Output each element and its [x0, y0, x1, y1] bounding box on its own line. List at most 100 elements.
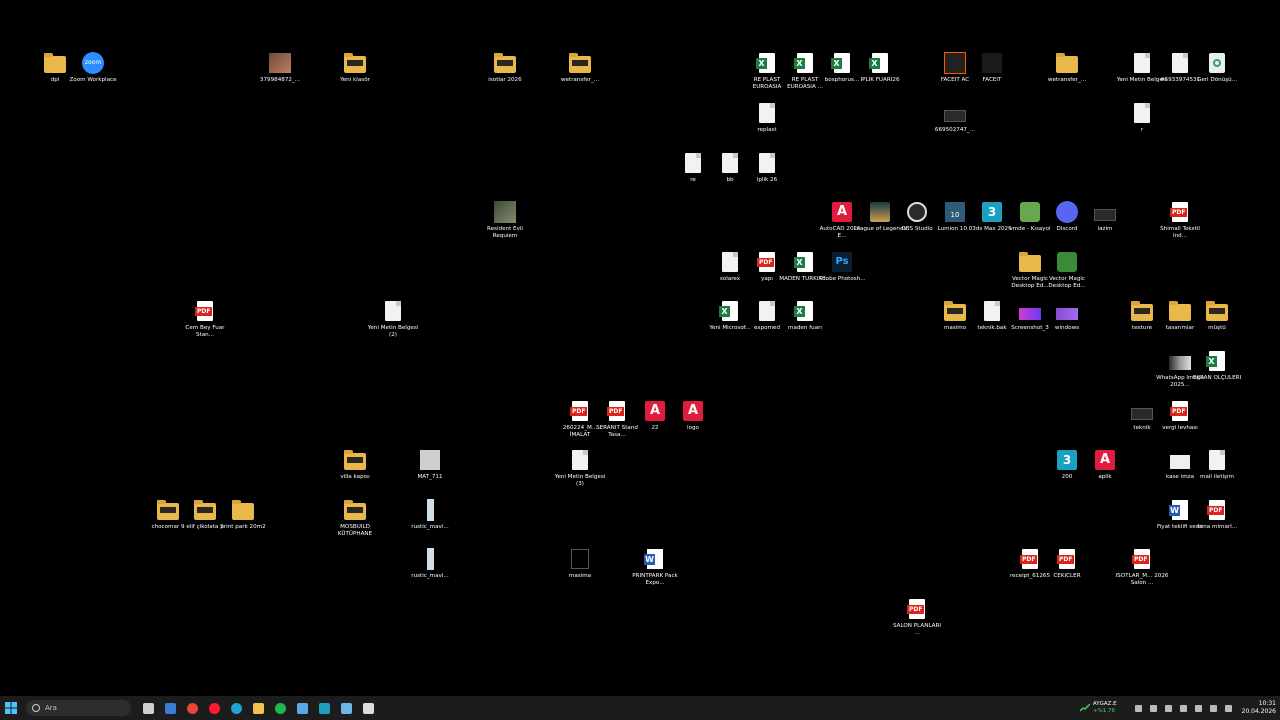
- taskbar: Ara AYGAZ.E +%1,76 10:31 20.04.2026: [0, 696, 1280, 720]
- desktop-icon[interactable]: rustic_mavi...: [403, 499, 457, 531]
- desktop-icon-label: SALON PLANLARI ...: [892, 623, 941, 636]
- xls-icon: X: [793, 300, 817, 322]
- xls-icon: X: [830, 52, 854, 74]
- desktop-icon[interactable]: PDF vergi levhası: [1153, 400, 1207, 432]
- taskbar-chrome-button[interactable]: [184, 700, 200, 716]
- clock-date: 20.04.2026: [1241, 708, 1276, 715]
- pdf-icon: PDF: [568, 400, 592, 422]
- opera-icon: [208, 702, 220, 714]
- desktop-icon[interactable]: MOSBUILD KÜTÜPHANE: [328, 499, 382, 538]
- vmde-icon: [1018, 201, 1042, 223]
- pdf-icon: PDF: [755, 251, 779, 273]
- desktop-icon[interactable]: X IPLIK FUARI26: [853, 52, 907, 84]
- taskbar-mail-button[interactable]: [162, 700, 178, 716]
- desktop-icon[interactable]: Aaplik: [1078, 449, 1132, 481]
- taskbar-gamebar-button[interactable]: [360, 700, 376, 716]
- volume-icon[interactable]: [1224, 704, 1232, 712]
- doc-icon: [718, 152, 742, 174]
- search-box[interactable]: Ara: [26, 700, 131, 716]
- system-tray: AYGAZ.E +%1,76 10:31 20.04.2026: [1079, 696, 1276, 720]
- taskbar-file-explorer-button[interactable]: [250, 700, 266, 716]
- lol-icon: [868, 201, 892, 223]
- taskbar-notepad-button[interactable]: [338, 700, 354, 716]
- desktop-icon[interactable]: 669502747_...: [928, 102, 982, 134]
- desktop-icon[interactable]: villa kapısı: [328, 449, 382, 481]
- desktop-icon[interactable]: Xmaden fuarı: [778, 300, 832, 332]
- desktop-icon[interactable]: Resident Evil Requiem: [478, 201, 532, 240]
- steam-icon: [296, 702, 308, 714]
- desktop-icon-label: IPLIK FUARI26: [860, 77, 900, 83]
- taskbar-spotify-button[interactable]: [272, 700, 288, 716]
- desktop-icon[interactable]: Vector Magic Desktop Ed...: [1040, 251, 1094, 290]
- desktop-icon[interactable]: zoom Zoom Workplace: [66, 52, 120, 84]
- desktop-icon[interactable]: PDF SALON PLANLARI ...: [890, 598, 944, 637]
- desktop-icon-label: villa kapısı: [340, 474, 370, 480]
- ps-icon: Ps: [830, 251, 854, 273]
- zoom-icon: zoom: [81, 52, 105, 74]
- masima-icon: [568, 548, 592, 570]
- desktop-icon-label: replast: [757, 127, 777, 133]
- desktop-icon[interactable]: PDF sona mimarl...: [1190, 499, 1244, 531]
- clock[interactable]: 10:31 20.04.2026: [1242, 700, 1276, 716]
- desktop-icon[interactable]: X EKRAN ÖLÇÜLERİ: [1190, 350, 1244, 382]
- desktop-icon[interactable]: mail iletişim: [1190, 449, 1244, 481]
- taskbar-task-view-button[interactable]: [140, 700, 156, 716]
- network-icon[interactable]: [1209, 704, 1217, 712]
- desktop-icon[interactable]: print park 20m2: [216, 499, 270, 531]
- desktop-icon[interactable]: wetransfer_...: [553, 52, 607, 84]
- doc-icon: [1168, 52, 1192, 74]
- xls-icon: X: [793, 52, 817, 74]
- desktop-icon[interactable]: PDF Shimall Tekstil Ind...: [1153, 201, 1207, 240]
- desktop-icon[interactable]: W PRINTPARK Pack Expo...: [628, 548, 682, 587]
- pdf-icon: PDF: [1168, 201, 1192, 223]
- desktop-icon-label: rustic_mavi...: [411, 524, 449, 530]
- desktop-icon[interactable]: r: [1115, 102, 1169, 134]
- xls-icon: X: [1205, 350, 1229, 372]
- taskbar-3ds-max-button[interactable]: [316, 700, 332, 716]
- small-icon: [1093, 201, 1117, 223]
- taskbar-opera-button[interactable]: [206, 700, 222, 716]
- desktop-icon[interactable]: lazim: [1078, 201, 1132, 233]
- desktop-icon[interactable]: Alogo: [666, 400, 720, 432]
- start-button[interactable]: [3, 700, 19, 716]
- desktop-icon[interactable]: Yeni klasör: [328, 52, 382, 84]
- desktop-icon[interactable]: PDF Cem Bey Fuar Stan...: [178, 300, 232, 339]
- bluetooth-icon[interactable]: [1149, 704, 1157, 712]
- desktop-icon-label: windows: [1054, 325, 1080, 331]
- desktop-icon[interactable]: 379984872_...: [253, 52, 307, 84]
- folder-dark-icon: [193, 499, 217, 521]
- taskbar-steam-button[interactable]: [294, 700, 310, 716]
- mic-icon[interactable]: [1194, 704, 1202, 712]
- app-tray-icon[interactable]: [1164, 704, 1172, 712]
- gamepad-icon[interactable]: [1179, 704, 1187, 712]
- desktop-icon[interactable]: masima: [553, 548, 607, 580]
- lumion-icon: 10: [943, 201, 967, 223]
- pdf-icon: PDF: [1205, 499, 1229, 521]
- desktop-icon[interactable]: windows: [1040, 300, 1094, 332]
- desktop-icon[interactable]: iplik 26: [740, 152, 794, 184]
- desktop-icon[interactable]: Yeni Metin Belgesi (3): [553, 449, 607, 488]
- desktop-icon[interactable]: Ps Adobe Photosh...: [815, 251, 869, 283]
- word-icon: W: [643, 548, 667, 570]
- img-icon: [268, 52, 292, 74]
- folder-dark-icon: [568, 52, 592, 74]
- desktop-icon[interactable]: MAT_711: [403, 449, 457, 481]
- search-placeholder: Ara: [45, 704, 57, 712]
- desktop: dpi zoom Zoom Workplace 379984872_... Yeni k…: [0, 0, 1280, 696]
- desktop-icon[interactable]: PDF İSOTLAR_M... 2026 Salon ...: [1115, 548, 1169, 587]
- doc-icon: [755, 102, 779, 124]
- taskbar-edge-button[interactable]: [228, 700, 244, 716]
- stock-widget[interactable]: AYGAZ.E +%1,76: [1079, 701, 1117, 715]
- desktop-icon[interactable]: PDF CEKICLER: [1040, 548, 1094, 580]
- desktop-icon[interactable]: replast: [740, 102, 794, 134]
- acad-icon: A: [830, 201, 854, 223]
- task-view-icon: [142, 702, 154, 714]
- chevron-up-icon[interactable]: [1134, 704, 1142, 712]
- desktop-icon[interactable]: wetransfer_...: [1040, 52, 1094, 84]
- desktop-icon[interactable]: rustic_mavi...: [403, 548, 457, 580]
- desktop-icon[interactable]: FACEIT: [965, 52, 1019, 84]
- desktop-icon[interactable]: Geri Dönüşü...: [1190, 52, 1244, 84]
- desktop-icon[interactable]: isotlar 2026: [478, 52, 532, 84]
- desktop-icon[interactable]: Yeni Metin Belgesi (2): [366, 300, 420, 339]
- desktop-icon[interactable]: müştü: [1190, 300, 1244, 332]
